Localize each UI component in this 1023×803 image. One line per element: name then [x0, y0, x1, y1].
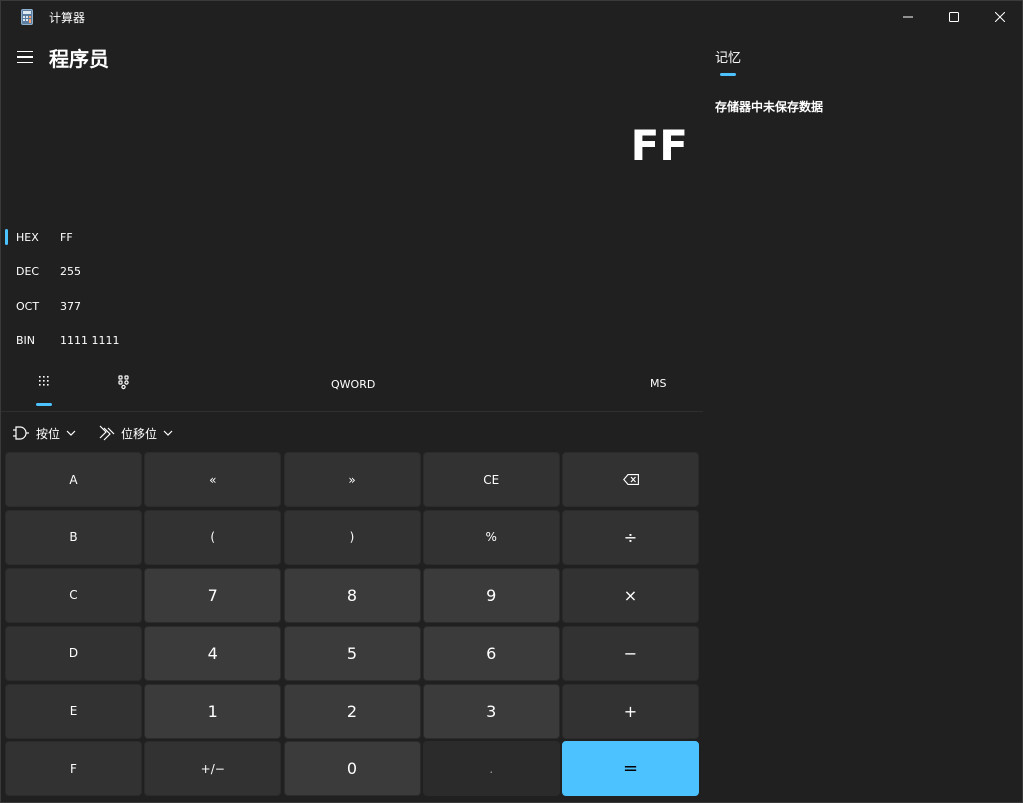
radix-value: 255: [60, 264, 81, 278]
key-a[interactable]: A: [5, 452, 142, 507]
minimize-button[interactable]: [885, 1, 931, 33]
mode-title: 程序员: [49, 47, 109, 71]
bitwise-label: 按位: [36, 426, 61, 441]
digit-5-button[interactable]: 5: [283, 625, 421, 681]
word-size-button[interactable]: QWORD: [331, 378, 375, 391]
clear-entry-button[interactable]: CE: [422, 452, 560, 507]
digit-1-button[interactable]: 1: [144, 683, 282, 739]
multiply-button[interactable]: ×: [562, 567, 699, 623]
logic-gate-icon: [13, 426, 29, 440]
active-tab-indicator: [720, 73, 736, 76]
bitwise-dropdown[interactable]: 按位: [12, 423, 76, 443]
bit-shift-dropdown[interactable]: 位移位: [99, 423, 173, 443]
calculator-app-icon: [21, 9, 33, 25]
digit-0-button[interactable]: 0: [283, 741, 421, 797]
memory-store-button[interactable]: MS: [650, 377, 666, 390]
digit-6-button[interactable]: 6: [422, 625, 560, 681]
digit-7-button[interactable]: 7: [144, 567, 282, 623]
key-b[interactable]: B: [5, 509, 142, 565]
radix-label: BIN: [16, 333, 36, 347]
radix-dec-row[interactable]: DEC 255: [1, 258, 701, 284]
maximize-icon: [949, 12, 959, 22]
divide-button[interactable]: ÷: [562, 509, 699, 565]
result-display: FF: [630, 121, 688, 170]
digit-3-button[interactable]: 3: [422, 683, 560, 739]
hamburger-icon: [17, 50, 33, 53]
navigation-menu-button[interactable]: [15, 46, 37, 68]
open-paren-button[interactable]: (: [144, 509, 282, 565]
close-paren-button[interactable]: ): [283, 509, 421, 565]
key-f[interactable]: F: [5, 741, 142, 797]
key-d[interactable]: D: [5, 625, 142, 681]
radix-label: HEX: [16, 230, 39, 244]
subtract-button[interactable]: −: [562, 625, 699, 681]
active-toggle-indicator: [36, 403, 52, 406]
digit-2-button[interactable]: 2: [283, 683, 421, 739]
digit-9-button[interactable]: 9: [422, 567, 560, 623]
radix-value: 377: [60, 299, 81, 313]
keypad: A « » CE B ( ) % ÷ C 7 8 9 × D 4 5 6 − E…: [5, 452, 699, 797]
bit-shift-label: 位移位: [121, 426, 158, 441]
radix-hex-row[interactable]: HEX FF: [1, 224, 701, 250]
bit-shift-icon: [99, 425, 115, 441]
selected-indicator: [5, 229, 8, 245]
key-c[interactable]: C: [5, 567, 142, 623]
digit-8-button[interactable]: 8: [283, 567, 421, 623]
radix-value: FF: [60, 230, 73, 244]
full-keypad-toggle[interactable]: [35, 373, 53, 391]
right-shift-button[interactable]: »: [283, 452, 421, 507]
radix-label: OCT: [16, 299, 40, 313]
decimal-button[interactable]: .: [422, 741, 560, 797]
add-button[interactable]: +: [562, 683, 699, 739]
close-icon: [995, 12, 1005, 22]
memory-tab[interactable]: 记忆: [715, 47, 741, 66]
minimize-icon: [903, 16, 913, 18]
memory-empty-message: 存储器中未保存数据: [715, 100, 824, 114]
radix-bin-row[interactable]: BIN 1111 1111: [1, 327, 701, 353]
backspace-button[interactable]: [562, 452, 699, 507]
close-button[interactable]: [977, 1, 1023, 33]
maximize-button[interactable]: [931, 1, 977, 33]
key-e[interactable]: E: [5, 683, 142, 739]
chevron-down-icon: [66, 430, 76, 436]
divider: [1, 411, 703, 412]
radix-value: 1111 1111: [60, 333, 120, 347]
digit-4-button[interactable]: 4: [144, 625, 282, 681]
equals-button[interactable]: =: [562, 741, 699, 797]
radix-label: DEC: [16, 264, 40, 278]
bit-toggling-keypad-toggle[interactable]: [117, 374, 131, 390]
modulo-button[interactable]: %: [422, 509, 560, 565]
backspace-icon: [622, 474, 639, 485]
title-bar: 计算器: [1, 1, 1022, 33]
bit-toggle-icon: [118, 375, 129, 390]
radix-oct-row[interactable]: OCT 377: [1, 293, 701, 319]
negate-button[interactable]: +/−: [144, 741, 282, 797]
keypad-grid-icon: [39, 376, 49, 386]
calculator-window: 计算器 程序员 FF HEX FF DEC 255 OCT 377 BIN 11…: [0, 0, 1023, 803]
left-shift-button[interactable]: «: [144, 452, 282, 507]
window-title: 计算器: [49, 11, 86, 25]
chevron-down-icon: [163, 430, 173, 436]
